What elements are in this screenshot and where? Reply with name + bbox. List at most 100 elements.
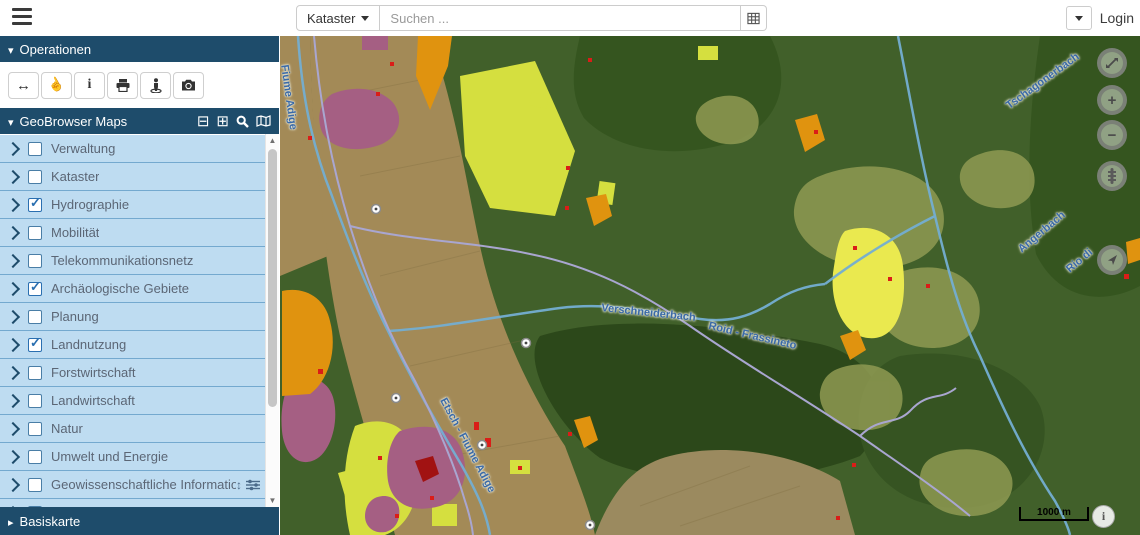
scroll-down-icon[interactable]: ▼ xyxy=(266,494,279,507)
layer-list: Verwaltung Kataster Hydrographie Mobilit… xyxy=(0,134,279,507)
minus-icon: − xyxy=(1108,127,1117,144)
zoom-in-button[interactable]: + xyxy=(1097,85,1127,115)
login-link[interactable]: Login xyxy=(1100,10,1134,26)
layer-checkbox[interactable] xyxy=(28,478,42,492)
operations-header[interactable]: Operationen xyxy=(0,36,279,62)
measure-button[interactable] xyxy=(8,72,39,99)
select-button[interactable] xyxy=(41,72,72,99)
layer-row-telekommunikationsnetz[interactable]: Telekommunikationsnetz xyxy=(0,247,266,275)
basemap-header[interactable]: Basiskarte xyxy=(0,507,279,535)
sort-icon[interactable] xyxy=(236,476,242,494)
layer-row-archaeologische-gebiete[interactable]: Archäologische Gebiete xyxy=(0,275,266,303)
zoom-out-button[interactable]: − xyxy=(1097,120,1127,150)
slider-icon xyxy=(1108,168,1116,184)
screenshot-button[interactable] xyxy=(173,72,204,99)
layer-checkbox[interactable] xyxy=(28,310,42,324)
hand-pointer-icon xyxy=(46,74,68,96)
caret-down-icon xyxy=(8,42,20,57)
chevron-right-icon[interactable] xyxy=(6,169,20,183)
expand-all-icon[interactable] xyxy=(216,114,229,129)
layer-checkbox[interactable] xyxy=(28,422,42,436)
geobrowser-maps-header[interactable]: GeoBrowser Maps xyxy=(0,108,279,134)
layer-checkbox[interactable] xyxy=(28,198,42,212)
chevron-right-icon[interactable] xyxy=(6,197,20,211)
layer-label: Geowissenschaftliche Informationen xyxy=(51,477,236,492)
operations-title: Operationen xyxy=(20,42,92,57)
layer-checkbox[interactable] xyxy=(28,254,42,268)
fullscreen-button[interactable] xyxy=(1097,48,1127,78)
menu-icon[interactable] xyxy=(12,8,34,27)
attribution-button[interactable]: i xyxy=(1092,505,1115,528)
search-category-button[interactable]: Kataster xyxy=(296,5,380,31)
collapse-all-icon[interactable] xyxy=(197,114,210,129)
chevron-down-icon xyxy=(361,16,369,21)
chevron-right-icon[interactable] xyxy=(6,449,20,463)
chevron-right-icon[interactable] xyxy=(6,281,20,295)
search-category-label: Kataster xyxy=(307,11,355,26)
layer-label: Landnutzung xyxy=(51,337,126,352)
layer-row-kataster[interactable]: Kataster xyxy=(0,163,266,191)
caret-down-icon xyxy=(8,114,20,129)
layer-row-planung[interactable]: Planung xyxy=(0,303,266,331)
login-dropdown-button[interactable] xyxy=(1066,6,1092,30)
scroll-up-icon[interactable]: ▲ xyxy=(266,134,279,147)
table-icon[interactable] xyxy=(741,5,767,31)
layer-label: Telekommunikationsnetz xyxy=(51,253,193,268)
layer-row-umwelt-und-energie[interactable]: Umwelt und Energie xyxy=(0,443,266,471)
layer-checkbox[interactable] xyxy=(28,170,42,184)
chevron-right-icon[interactable] xyxy=(6,225,20,239)
layer-row-natur[interactable]: Natur xyxy=(0,415,266,443)
chevron-right-icon[interactable] xyxy=(6,421,20,435)
layer-row-landnutzung[interactable]: Landnutzung xyxy=(0,331,266,359)
layer-checkbox[interactable] xyxy=(28,450,42,464)
chevron-right-icon[interactable] xyxy=(6,309,20,323)
sliders-icon[interactable] xyxy=(246,479,260,491)
layer-list-scrollbar[interactable]: ▲ ▼ xyxy=(265,134,279,507)
layer-row-clipped[interactable] xyxy=(0,499,266,507)
layer-label: Archäologische Gebiete xyxy=(51,281,189,296)
search-bar: Kataster xyxy=(296,5,767,31)
chevron-right-icon[interactable] xyxy=(6,337,20,351)
camera-icon xyxy=(181,79,196,91)
map-terrain xyxy=(280,36,1140,535)
chevron-right-icon[interactable] xyxy=(6,477,20,491)
layer-checkbox[interactable] xyxy=(28,226,42,240)
layer-label: Natur xyxy=(51,421,83,436)
chevron-right-icon[interactable] xyxy=(6,253,20,267)
layer-row-geowissenschaftliche-informationen[interactable]: Geowissenschaftliche Informationen xyxy=(0,471,266,499)
layer-row-mobilitaet[interactable]: Mobilität xyxy=(0,219,266,247)
layer-checkbox[interactable] xyxy=(28,506,42,508)
geolocate-button[interactable] xyxy=(1097,245,1127,275)
layer-row-hydrographie[interactable]: Hydrographie xyxy=(0,191,266,219)
layer-row-landwirtschaft[interactable]: Landwirtschaft xyxy=(0,387,266,415)
chevron-right-icon[interactable] xyxy=(6,365,20,379)
layer-checkbox[interactable] xyxy=(28,142,42,156)
chevron-right-icon[interactable] xyxy=(6,505,20,507)
geobrowser-maps-title: GeoBrowser Maps xyxy=(20,114,128,129)
layer-checkbox[interactable] xyxy=(28,394,42,408)
chevron-right-icon[interactable] xyxy=(6,393,20,407)
layer-row-verwaltung[interactable]: Verwaltung xyxy=(0,135,266,163)
info-button[interactable]: i xyxy=(74,72,105,99)
sidebar: Operationen i GeoBr xyxy=(0,36,279,535)
layer-row-forstwirtschaft[interactable]: Forstwirtschaft xyxy=(0,359,266,387)
search-input[interactable] xyxy=(380,5,741,31)
layer-checkbox[interactable] xyxy=(28,338,42,352)
caret-right-icon xyxy=(8,514,20,529)
layer-label: Landwirtschaft xyxy=(51,393,135,408)
scrollbar-thumb[interactable] xyxy=(268,149,277,407)
street-view-button[interactable] xyxy=(140,72,171,99)
search-icon[interactable] xyxy=(236,115,249,128)
print-button[interactable] xyxy=(107,72,138,99)
topbar: Kataster Login xyxy=(0,0,1140,36)
layer-label: Verwaltung xyxy=(51,141,115,156)
zoom-slider-button[interactable] xyxy=(1097,161,1127,191)
layer-checkbox[interactable] xyxy=(28,282,42,296)
chevron-right-icon[interactable] xyxy=(6,141,20,155)
printer-icon xyxy=(116,79,130,92)
map-icon[interactable] xyxy=(256,115,271,127)
info-icon: i xyxy=(88,77,92,93)
layer-checkbox[interactable] xyxy=(28,366,42,380)
map-canvas[interactable]: Fiume Adige Etsch - Fiume Adige Verschne… xyxy=(280,36,1140,535)
street-view-icon xyxy=(150,78,162,93)
